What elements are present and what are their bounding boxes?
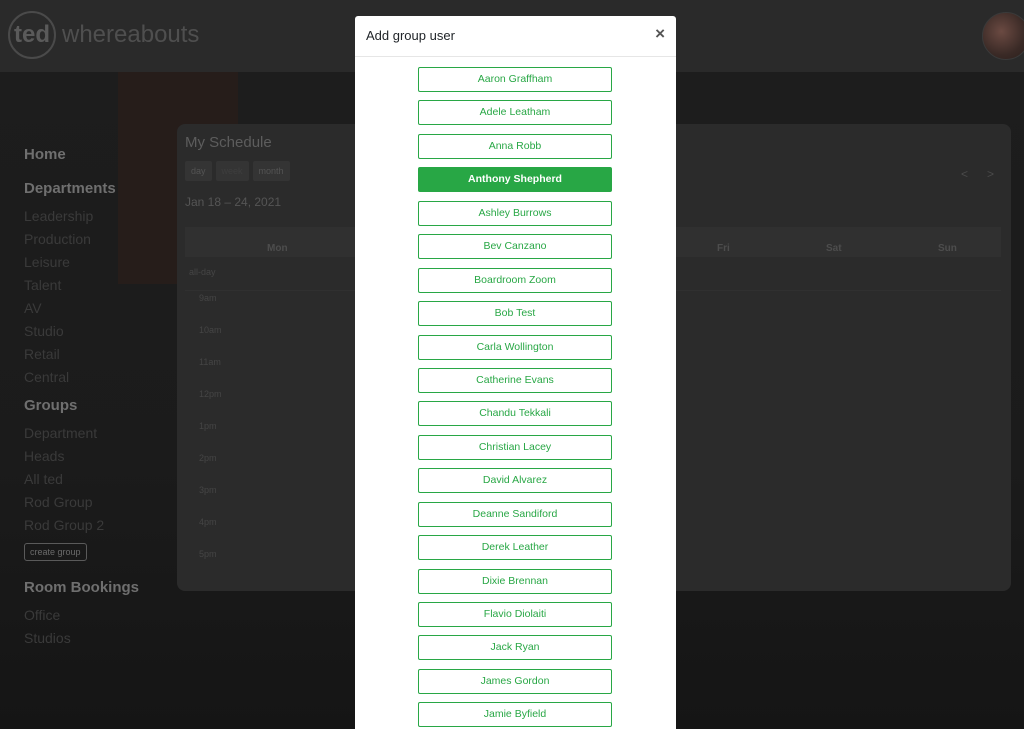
user-button[interactable]: Derek Leather xyxy=(418,535,612,561)
view-switcher: day week month xyxy=(185,161,290,181)
create-group-button[interactable]: create group xyxy=(24,543,87,561)
sidebar-item-department[interactable]: AV xyxy=(24,297,174,320)
user-button[interactable]: Jamie Byfield xyxy=(418,702,612,728)
time-label: 11am xyxy=(199,357,221,367)
app-logo[interactable]: ted whereabouts xyxy=(8,9,199,61)
user-button[interactable]: Dixie Brennan xyxy=(418,568,612,594)
sidebar-item-group[interactable]: Rod Group 2 xyxy=(24,514,174,537)
user-button[interactable]: Jack Ryan xyxy=(418,635,612,661)
sidebar-item-department[interactable]: Studio xyxy=(24,320,174,343)
modal-title: Add group user xyxy=(366,28,455,43)
user-button[interactable]: Aaron Graffham xyxy=(418,67,612,92)
time-label: 9am xyxy=(199,293,217,303)
sidebar-home[interactable]: Home xyxy=(24,146,174,171)
user-button[interactable]: Christian Lacey xyxy=(418,434,612,460)
sidebar-groups-title: Groups xyxy=(24,397,78,414)
sidebar-item-group[interactable]: Department xyxy=(24,422,174,445)
sidebar-item-department[interactable]: Leisure xyxy=(24,251,174,274)
user-button[interactable]: Catherine Evans xyxy=(418,367,612,393)
next-week-button[interactable]: > xyxy=(987,167,994,181)
user-button[interactable]: James Gordon xyxy=(418,668,612,694)
user-button[interactable]: Bob Test xyxy=(418,301,612,327)
user-button[interactable]: Anthony Shepherd xyxy=(418,167,612,193)
view-month-button[interactable]: month xyxy=(252,161,290,181)
time-label: 5pm xyxy=(199,549,217,559)
sidebar-item-department[interactable]: Retail xyxy=(24,343,174,366)
sidebar-departments-title: Departments xyxy=(24,180,116,197)
user-button[interactable]: Chandu Tekkali xyxy=(418,401,612,427)
time-label: 4pm xyxy=(199,517,217,527)
user-button[interactable]: Ashley Burrows xyxy=(418,200,612,226)
sidebar-item-department[interactable]: Production xyxy=(24,228,174,251)
avatar[interactable] xyxy=(982,12,1024,60)
time-label: 10am xyxy=(199,325,222,335)
allday-label: all-day xyxy=(189,267,216,277)
view-day-button[interactable]: day xyxy=(185,161,212,181)
day-header: Mon xyxy=(267,243,288,254)
user-button[interactable]: Anna Robb xyxy=(418,133,612,159)
sidebar-item-department[interactable]: Leadership xyxy=(24,205,174,228)
user-button[interactable]: Boardroom Zoom xyxy=(418,267,612,293)
modal-header: Add group user × xyxy=(355,16,676,57)
day-header: Sun xyxy=(938,243,957,254)
user-button[interactable]: Adele Leatham xyxy=(418,100,612,126)
logo-mark: ted xyxy=(14,21,50,48)
sidebar-item-room[interactable]: Office xyxy=(24,604,174,627)
sidebar-rooms-title: Room Bookings xyxy=(24,579,139,596)
user-button[interactable]: Carla Wollington xyxy=(418,334,612,360)
add-group-user-modal: Add group user × Aaron Graffham Adele Lea… xyxy=(355,16,676,729)
sidebar-item-department[interactable]: Central xyxy=(24,366,174,389)
logo-wordmark: whereabouts xyxy=(62,21,200,48)
view-week-button[interactable]: week xyxy=(215,161,249,181)
user-button[interactable]: Bev Canzano xyxy=(418,234,612,260)
user-list: Aaron Graffham Adele Leatham Anna Robb Anth… xyxy=(418,67,612,729)
day-header: Fri xyxy=(717,243,730,254)
sidebar-item-group[interactable]: All ted xyxy=(24,468,174,491)
schedule-title: My Schedule xyxy=(185,134,272,151)
sidebar: Home Departments Leadership Production L… xyxy=(24,146,174,650)
time-label: 1pm xyxy=(199,421,217,431)
time-label: 3pm xyxy=(199,485,217,495)
sidebar-item-department[interactable]: Talent xyxy=(24,274,174,297)
user-button[interactable]: Deanne Sandiford xyxy=(418,501,612,527)
time-label: 2pm xyxy=(199,453,217,463)
sidebar-item-group[interactable]: Heads xyxy=(24,445,174,468)
sidebar-item-group[interactable]: Rod Group xyxy=(24,491,174,514)
close-icon[interactable]: × xyxy=(655,25,665,43)
user-button[interactable]: Flavio Diolaiti xyxy=(418,602,612,627)
time-label: 12pm xyxy=(199,389,222,399)
logo-ring: ted xyxy=(8,11,56,59)
day-header: Sat xyxy=(826,243,842,254)
prev-week-button[interactable]: < xyxy=(961,167,968,181)
sidebar-item-room[interactable]: Studios xyxy=(24,627,174,650)
user-button[interactable]: David Alvarez xyxy=(418,468,612,494)
date-range: Jan 18 – 24, 2021 xyxy=(185,195,282,209)
